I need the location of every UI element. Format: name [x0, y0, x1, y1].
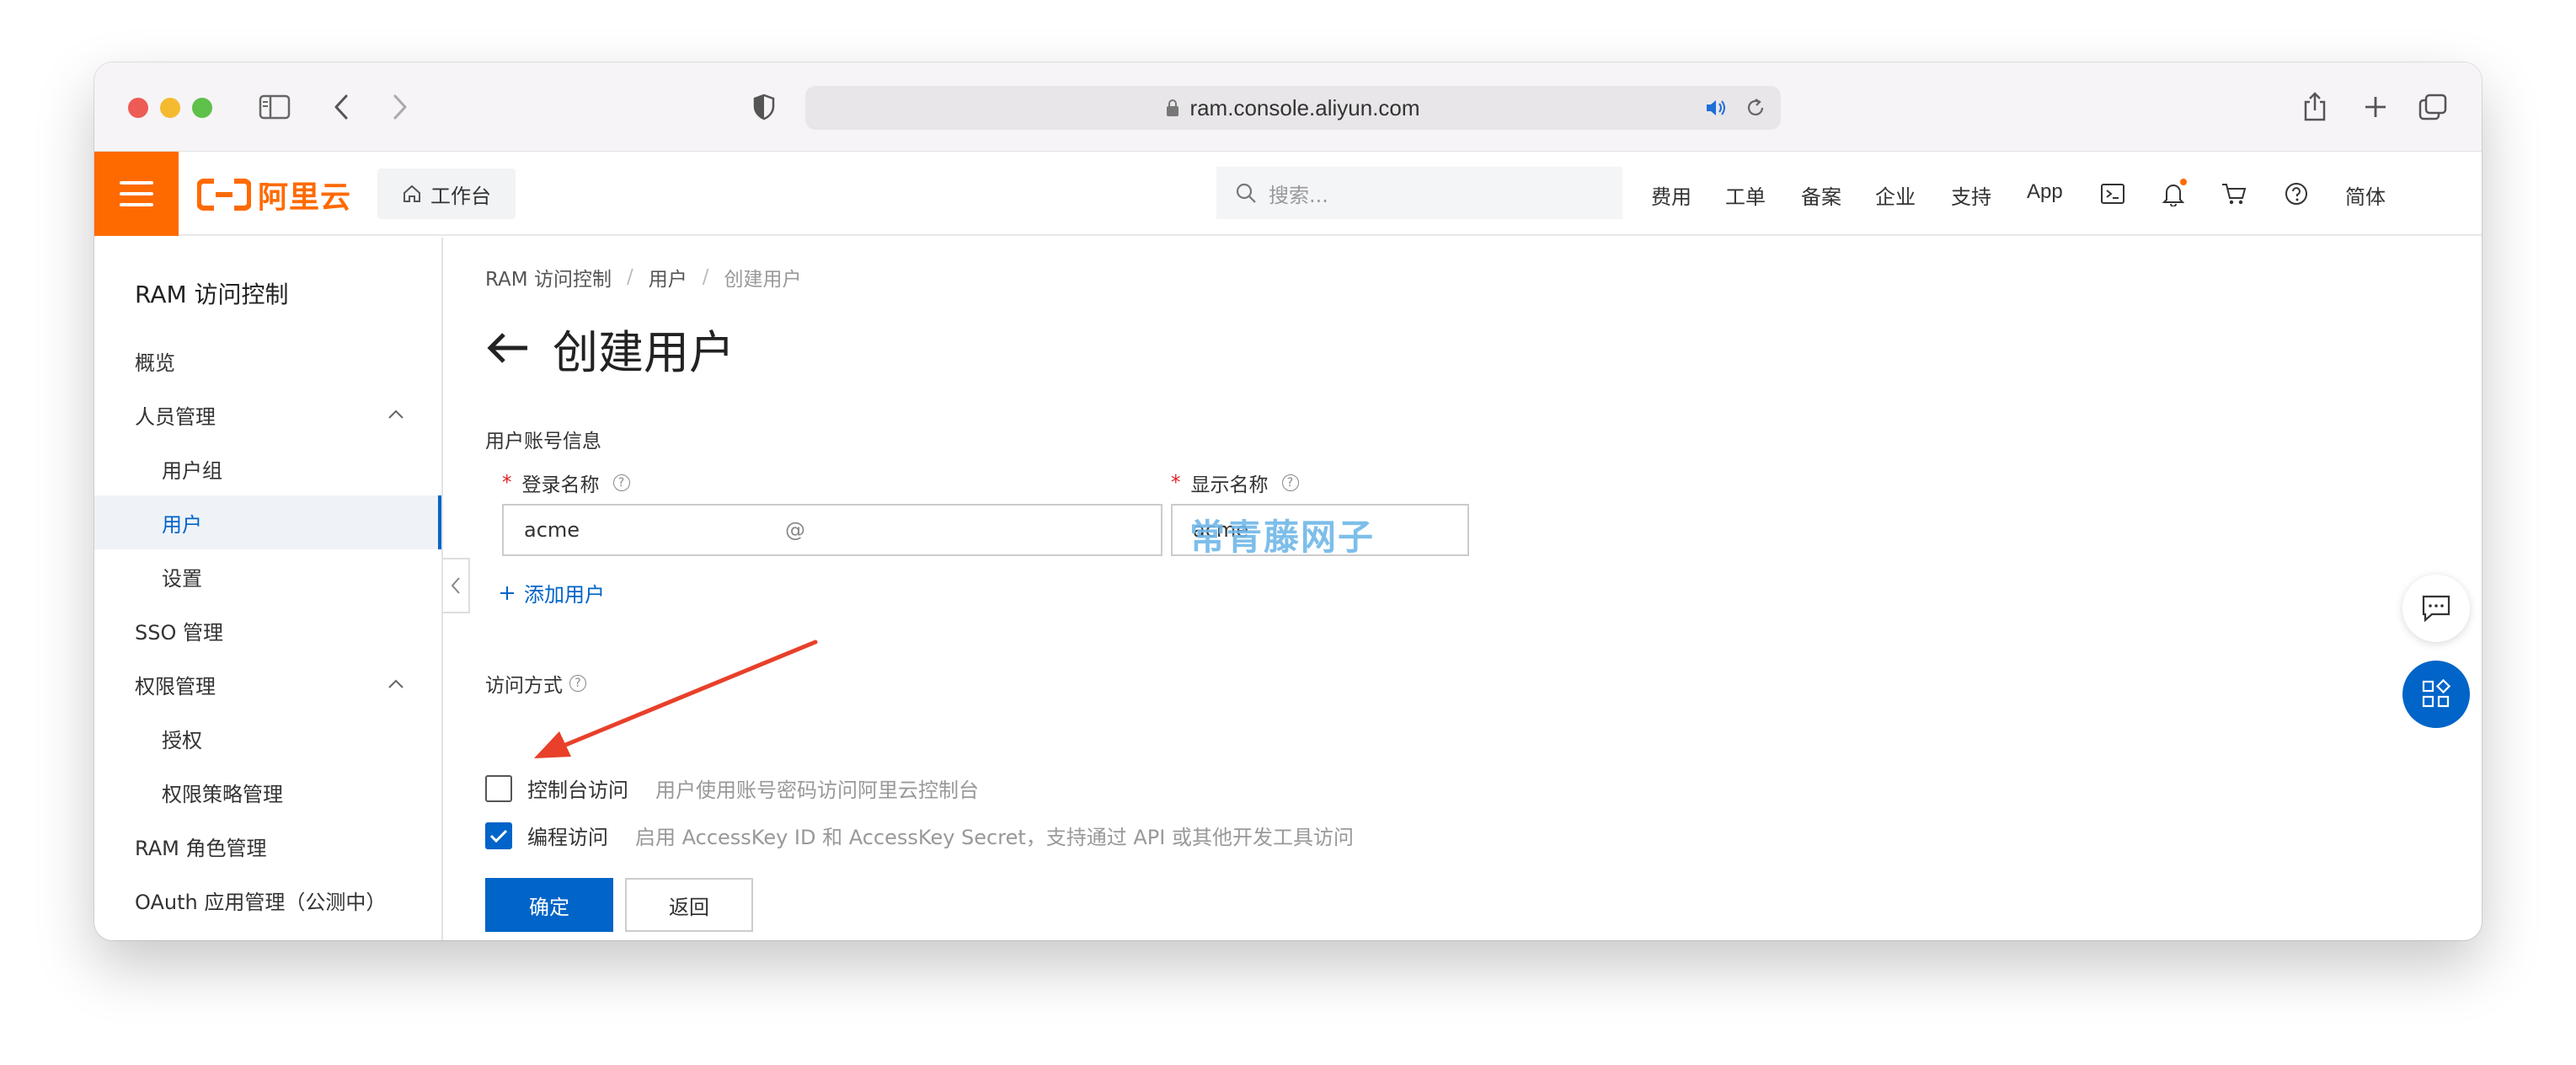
help-circle-icon[interactable]: ?: [569, 675, 586, 692]
sidebar-toggle-icon[interactable]: [256, 88, 293, 126]
access-section-label: 访问方式?: [485, 669, 586, 698]
sidebar-item-people[interactable]: 人员管理: [94, 388, 441, 442]
notification-bell-icon[interactable]: [2156, 177, 2190, 211]
console-access-option[interactable]: 控制台访问 用户使用账号密码访问阿里云控制台: [485, 773, 979, 803]
chevron-up-icon: [388, 409, 404, 419]
main-content: RAM 访问控制 / 用户 / 创建用户 创建用户 用户账号信息 * 登录名称? …: [445, 238, 2482, 940]
cart-icon[interactable]: [2217, 177, 2251, 211]
sidebar-item-sso[interactable]: SSO 管理: [94, 603, 441, 657]
page-header: 创建用户: [485, 318, 735, 379]
nav-enterprise[interactable]: 企业: [1875, 180, 1916, 210]
lock-icon: [1167, 99, 1179, 116]
help-icon[interactable]: [2279, 177, 2313, 211]
nav-app[interactable]: App: [2027, 180, 2063, 204]
audio-icon[interactable]: [1705, 99, 1729, 117]
plus-icon: [500, 586, 514, 600]
confirm-button[interactable]: 确定: [485, 878, 613, 932]
sidebar-item-grants[interactable]: 授权: [94, 711, 441, 765]
display-name-label: * 显示名称?: [1171, 468, 1299, 497]
breadcrumb-users[interactable]: 用户: [649, 263, 687, 292]
login-name-label: * 登录名称?: [502, 468, 630, 497]
console-access-checkbox[interactable]: [485, 774, 512, 802]
console-topnav: 阿里云 工作台 搜索... 费用 工单 备案 企业 支持 App 简体: [94, 152, 2482, 236]
help-circle-icon[interactable]: ?: [612, 474, 630, 491]
sidebar-item-oauth[interactable]: OAuth 应用管理（公测中）: [94, 873, 441, 927]
home-icon: [404, 185, 420, 202]
sidebar-item-roles[interactable]: RAM 角色管理: [94, 819, 441, 873]
nav-tickets[interactable]: 工单: [1725, 180, 1766, 210]
privacy-shield-icon[interactable]: [750, 88, 778, 126]
browser-toolbar: ram.console.aliyun.com: [94, 62, 2482, 152]
display-name-input[interactable]: acme 常青藤网子: [1171, 504, 1469, 558]
forward-nav-icon[interactable]: [387, 88, 413, 126]
sidebar-item-settings[interactable]: 设置: [94, 549, 441, 603]
nav-icp[interactable]: 备案: [1801, 180, 1841, 210]
url-text: ram.console.aliyun.com: [1189, 94, 1420, 120]
chat-icon: [2422, 595, 2450, 623]
sidebar: RAM 访问控制 概览 人员管理 用户组 用户 设置 SSO 管理 权限管理 授…: [94, 238, 443, 940]
back-button[interactable]: 返回: [625, 878, 753, 932]
programmatic-access-checkbox[interactable]: [485, 821, 512, 849]
feedback-chat-button[interactable]: [2402, 575, 2470, 642]
browser-window: ram.console.aliyun.com 阿里云 工作台 搜索... 费用 …: [94, 62, 2482, 940]
back-arrow-icon[interactable]: [485, 331, 529, 365]
account-section-label: 用户账号信息: [485, 431, 601, 452]
nav-support[interactable]: 支持: [1951, 180, 1991, 210]
chevron-up-icon: [388, 679, 404, 688]
domain-suffix: @: [785, 518, 805, 542]
close-window-button[interactable]: [128, 98, 148, 118]
sidebar-item-overview[interactable]: 概览: [94, 334, 441, 388]
terminal-icon[interactable]: [2096, 177, 2130, 211]
menu-toggle-button[interactable]: [94, 152, 179, 236]
zoom-window-button[interactable]: [192, 98, 212, 118]
sidebar-item-permissions[interactable]: 权限管理: [94, 657, 441, 711]
tab-overview-icon[interactable]: [2416, 88, 2450, 126]
sidebar-item-policies[interactable]: 权限策略管理: [94, 765, 441, 819]
reload-icon[interactable]: [1745, 98, 1766, 118]
nav-fees[interactable]: 费用: [1651, 180, 1692, 210]
breadcrumb-current: 创建用户: [724, 269, 802, 291]
notification-dot: [2180, 179, 2187, 185]
breadcrumb-ram[interactable]: RAM 访问控制: [485, 263, 612, 292]
share-icon[interactable]: [2300, 88, 2330, 126]
new-tab-icon[interactable]: [2360, 88, 2391, 126]
checkmark-icon: [489, 829, 508, 843]
breadcrumb: RAM 访问控制 / 用户 / 创建用户: [485, 263, 801, 292]
aliyun-logo-icon: [197, 179, 251, 211]
console-search-input[interactable]: 搜索...: [1216, 167, 1622, 219]
quick-apps-button[interactable]: [2402, 661, 2470, 728]
page-title: 创建用户: [553, 325, 735, 379]
address-bar[interactable]: ram.console.aliyun.com: [805, 86, 1781, 130]
programmatic-access-option[interactable]: 编程访问 启用 AccessKey ID 和 AccessKey Secret，…: [485, 821, 1354, 850]
sidebar-item-groups[interactable]: 用户组: [94, 442, 441, 495]
apps-grid-icon: [2422, 679, 2451, 708]
aliyun-logo[interactable]: 阿里云: [197, 175, 351, 215]
back-nav-icon[interactable]: [329, 88, 354, 126]
minimize-window-button[interactable]: [160, 98, 180, 118]
search-icon: [1236, 183, 1256, 203]
login-name-input[interactable]: acme @: [502, 504, 1162, 556]
language-switch[interactable]: 简体: [2345, 180, 2386, 210]
watermark: 常青藤网子: [1189, 516, 1376, 558]
workbench-button[interactable]: 工作台: [377, 169, 516, 219]
add-user-button[interactable]: 添加用户: [499, 578, 605, 607]
sidebar-item-users[interactable]: 用户: [94, 495, 441, 549]
sidebar-title: RAM 访问控制: [135, 281, 289, 308]
help-circle-icon[interactable]: ?: [1281, 474, 1299, 491]
